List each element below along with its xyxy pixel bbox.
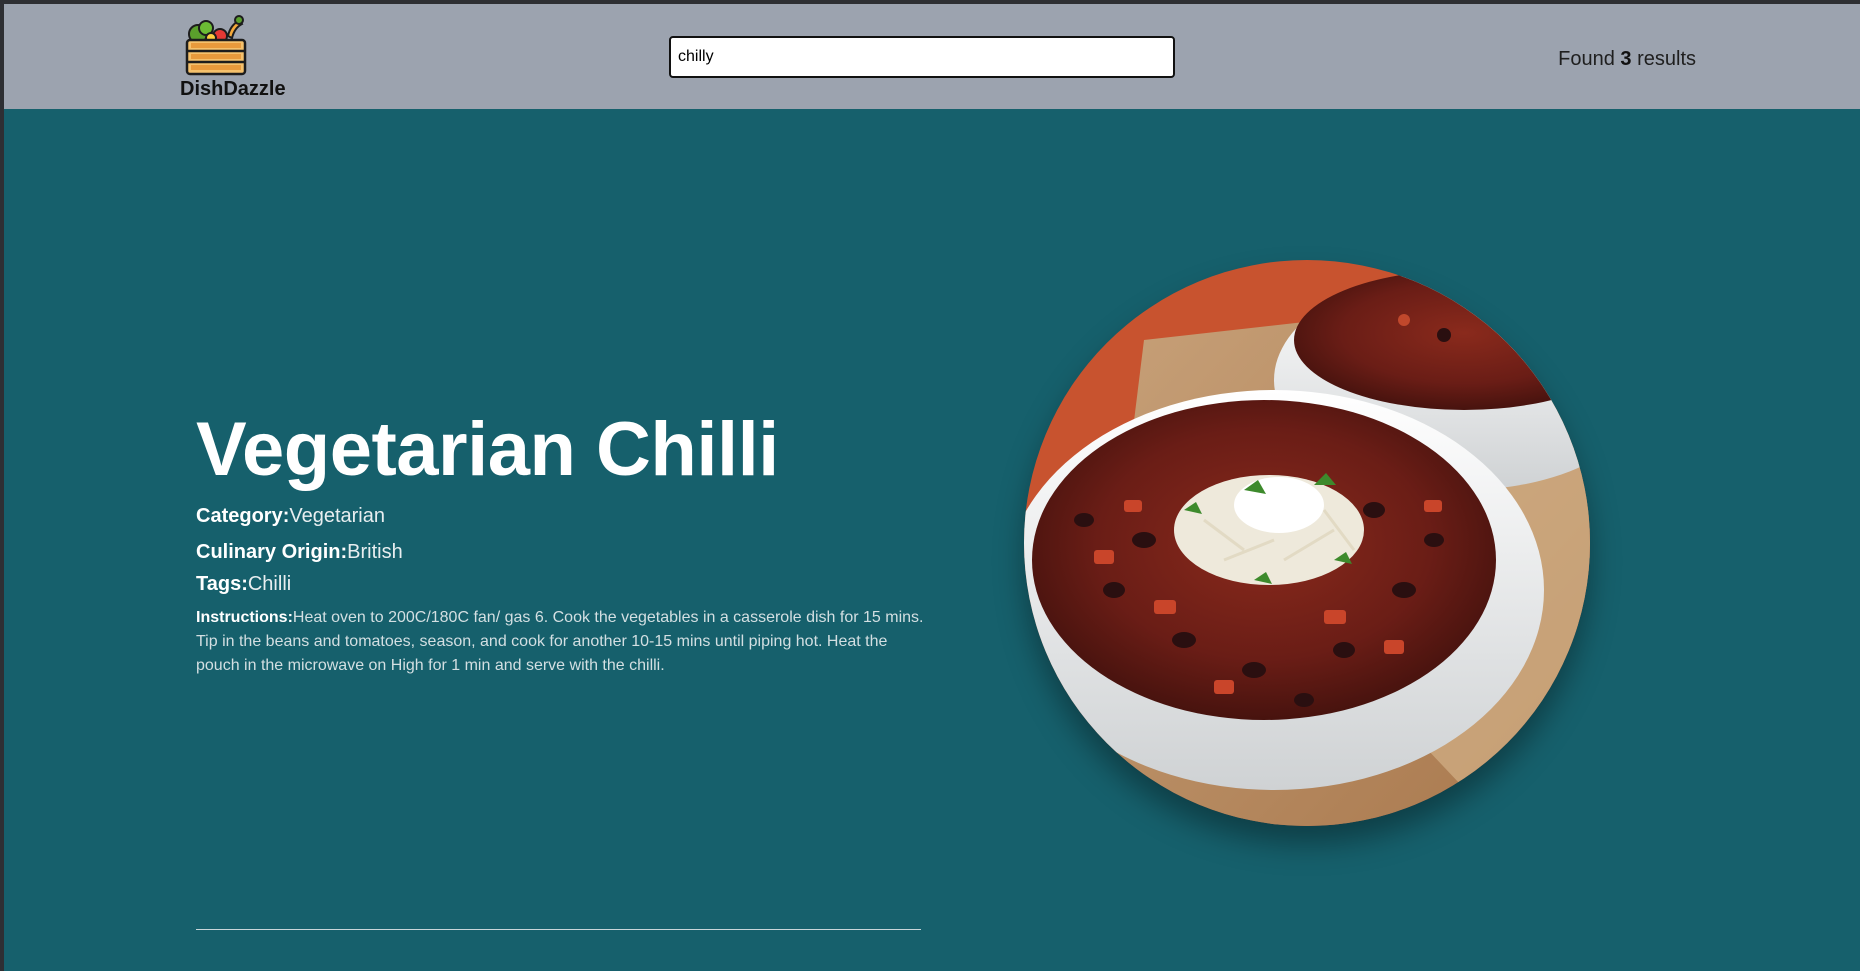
- category-value: Vegetarian: [289, 505, 385, 527]
- logo[interactable]: DishDazzle: [180, 12, 290, 102]
- recipe-category: Category:Vegetarian: [196, 504, 931, 528]
- recipe-origin: Culinary Origin:British: [196, 540, 931, 564]
- search-field[interactable]: [669, 36, 1175, 78]
- logo-text: DishDazzle: [180, 78, 286, 100]
- recipe-instructions: Instructions:Heat oven to 200C/180C fan/…: [196, 606, 931, 678]
- section-divider: [196, 929, 921, 930]
- tags-value: Chilli: [247, 573, 292, 595]
- recipe-tags: Tags:Chilli: [196, 572, 931, 596]
- results-number: 3: [1620, 48, 1632, 70]
- results-suffix: results: [1637, 48, 1696, 70]
- instructions-label: Instructions:: [196, 609, 293, 626]
- category-label: Category:: [196, 505, 290, 527]
- recipe-image: [1024, 260, 1590, 826]
- vegetable-crate-icon: [185, 15, 247, 76]
- recipe-title: Vegetarian Chilli: [196, 407, 779, 492]
- results-count: Found 3 results: [1558, 48, 1696, 71]
- tags-label: Tags:: [196, 573, 248, 595]
- app-frame: DishDazzle Found 3 results Vegetarian Ch…: [4, 4, 1860, 971]
- origin-value: British: [347, 541, 403, 563]
- search-input[interactable]: [671, 38, 1173, 76]
- top-bar: DishDazzle Found 3 results: [4, 4, 1860, 109]
- recipe-details: Vegetarian Chilli Category:Vegetarian Cu…: [196, 404, 931, 678]
- instructions-text: Heat oven to 200C/180C fan/ gas 6. Cook …: [196, 609, 924, 674]
- origin-label: Culinary Origin:: [196, 541, 348, 563]
- results-prefix: Found: [1558, 48, 1615, 70]
